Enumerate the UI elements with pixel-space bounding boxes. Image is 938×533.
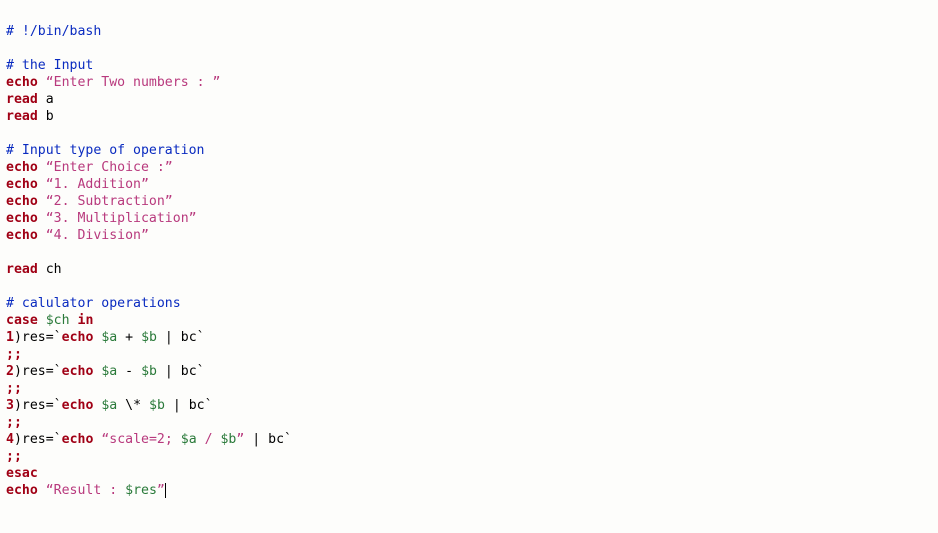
echo-keyword: echo	[6, 177, 38, 192]
backtick-close: `	[197, 330, 205, 345]
paren: )	[14, 330, 22, 345]
echo-keyword: echo	[6, 211, 38, 226]
var-a-ref: $a	[181, 432, 197, 447]
string-addition: “1. Addition”	[46, 177, 149, 192]
res-assign: res=	[22, 364, 54, 379]
var-b-ref: $b	[220, 432, 236, 447]
string-subtraction: “2. Subtraction”	[46, 194, 173, 209]
string-result-open: “Result :	[46, 483, 125, 498]
case-keyword: case	[6, 313, 38, 328]
read-keyword: read	[6, 92, 38, 107]
string-scale-open: “scale=2;	[101, 432, 180, 447]
pipe-bc: | bc	[157, 330, 197, 345]
case-label-4: 4	[6, 432, 14, 447]
var-b-ref: $b	[141, 364, 157, 379]
backtick-open: `	[54, 330, 62, 345]
div-slash: /	[197, 432, 221, 447]
case-label-2: 2	[6, 364, 14, 379]
paren: )	[14, 364, 22, 379]
plus-op: +	[117, 330, 141, 345]
var-b: b	[46, 109, 54, 124]
comment-shebang: # !/bin/bash	[6, 24, 101, 39]
var-a-ref: $a	[101, 364, 117, 379]
comment-input: # the Input	[6, 58, 93, 73]
read-keyword: read	[6, 262, 38, 277]
comment-op-type: # Input type of operation	[6, 143, 205, 158]
double-semicolon: ;;	[6, 381, 22, 396]
pipe-bc: | bc	[244, 432, 284, 447]
backtick-close: `	[284, 432, 292, 447]
res-assign: res=	[22, 398, 54, 413]
code-editor-area: { "code": { "shebang": "# !/bin/bash", "…	[0, 0, 938, 533]
minus-op: -	[117, 364, 141, 379]
echo-keyword: echo	[6, 75, 38, 90]
echo-keyword: echo	[6, 194, 38, 209]
pipe-bc: | bc	[157, 364, 197, 379]
paren: )	[14, 398, 22, 413]
string-enter-choice: “Enter Choice :”	[46, 160, 173, 175]
echo-keyword: echo	[6, 228, 38, 243]
echo-keyword: echo	[62, 364, 94, 379]
double-semicolon: ;;	[6, 347, 22, 362]
paren: )	[14, 432, 22, 447]
var-ch: ch	[46, 262, 62, 277]
mul-op: \*	[117, 398, 149, 413]
in-keyword: in	[78, 313, 94, 328]
var-a: a	[46, 92, 54, 107]
echo-keyword: echo	[62, 330, 94, 345]
var-b-ref: $b	[149, 398, 165, 413]
res-assign: res=	[22, 432, 54, 447]
backtick-open: `	[54, 432, 62, 447]
comment-calc-ops: # calulator operations	[6, 296, 181, 311]
res-assign: res=	[22, 330, 54, 345]
read-keyword: read	[6, 109, 38, 124]
double-semicolon: ;;	[6, 449, 22, 464]
var-ch-ref: $ch	[46, 313, 70, 328]
backtick-close: `	[205, 398, 213, 413]
echo-keyword: echo	[6, 160, 38, 175]
var-res-ref: $res	[125, 483, 157, 498]
string-multiplication: “3. Multiplication”	[46, 211, 197, 226]
double-semicolon: ;;	[6, 415, 22, 430]
backtick-open: `	[54, 364, 62, 379]
text-cursor	[165, 483, 166, 498]
echo-keyword: echo	[6, 483, 38, 498]
case-label-1: 1	[6, 330, 14, 345]
string-division: “4. Division”	[46, 228, 149, 243]
pipe-bc: | bc	[165, 398, 205, 413]
backtick-close: `	[197, 364, 205, 379]
esac-keyword: esac	[6, 466, 38, 481]
var-a-ref: $a	[101, 398, 117, 413]
echo-keyword: echo	[62, 432, 94, 447]
backtick-open: `	[54, 398, 62, 413]
string-result-close: ”	[157, 483, 165, 498]
echo-keyword: echo	[62, 398, 94, 413]
var-a-ref: $a	[101, 330, 117, 345]
string-enter-two-numbers: “Enter Two numbers : ”	[46, 75, 221, 90]
case-label-3: 3	[6, 398, 14, 413]
var-b-ref: $b	[141, 330, 157, 345]
